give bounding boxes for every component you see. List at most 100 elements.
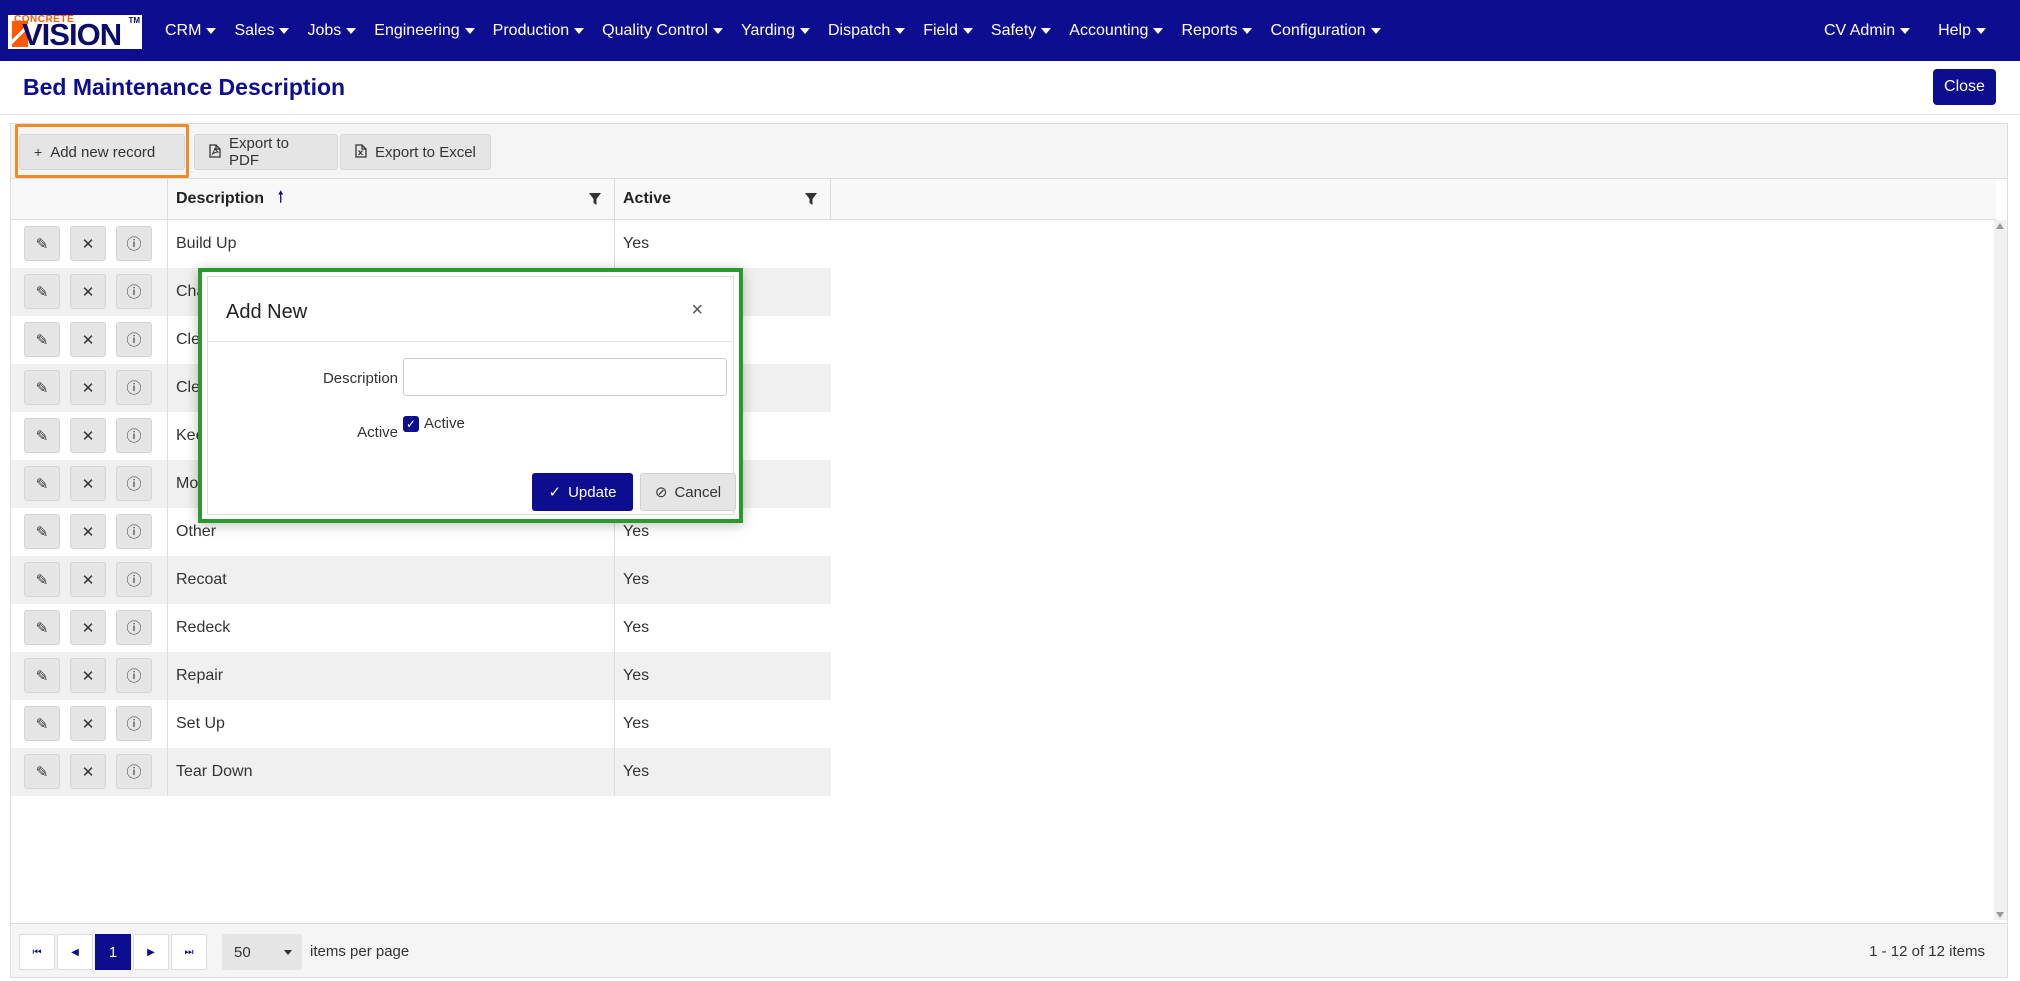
edit-pencil-icon[interactable]: ✎ bbox=[24, 418, 60, 453]
menu-safety[interactable]: Safety bbox=[982, 22, 1060, 40]
cancel-button[interactable]: ⊘ Cancel bbox=[640, 473, 736, 511]
edit-pencil-icon[interactable]: ✎ bbox=[24, 610, 60, 645]
delete-x-icon[interactable]: ✕ bbox=[70, 322, 106, 357]
edit-pencil-icon[interactable]: ✎ bbox=[24, 658, 60, 693]
close-button[interactable]: Close bbox=[1933, 69, 1996, 105]
vertical-scrollbar[interactable] bbox=[1994, 220, 2007, 920]
delete-x-icon[interactable]: ✕ bbox=[70, 370, 106, 405]
info-icon[interactable]: ⓘ bbox=[116, 754, 152, 789]
description-input[interactable] bbox=[403, 358, 727, 396]
caret-down-icon bbox=[1153, 27, 1164, 34]
info-icon[interactable]: ⓘ bbox=[116, 274, 152, 309]
page-size-dropdown[interactable]: 50 bbox=[222, 934, 302, 970]
menu-help[interactable]: Help bbox=[1924, 22, 2000, 40]
delete-x-icon[interactable]: ✕ bbox=[70, 658, 106, 693]
caret-down-icon bbox=[279, 27, 290, 34]
export-excel-button[interactable]: Export to Excel bbox=[340, 134, 491, 170]
menu-dispatch[interactable]: Dispatch bbox=[819, 22, 914, 40]
info-icon[interactable]: ⓘ bbox=[116, 418, 152, 453]
scroll-up-arrow-icon[interactable] bbox=[1996, 223, 2004, 229]
edit-pencil-icon[interactable]: ✎ bbox=[24, 562, 60, 597]
edit-pencil-icon[interactable]: ✎ bbox=[24, 322, 60, 357]
edit-pencil-icon[interactable]: ✎ bbox=[24, 754, 60, 789]
cell-description: Set Up bbox=[167, 700, 614, 748]
info-icon[interactable]: ⓘ bbox=[116, 706, 152, 741]
info-icon[interactable]: ⓘ bbox=[116, 370, 152, 405]
menu-crm[interactable]: CRM bbox=[156, 22, 225, 40]
export-pdf-button[interactable]: Export to PDF bbox=[194, 134, 338, 170]
help-label: Help bbox=[1938, 21, 1971, 39]
next-page-icon[interactable]: ▶ bbox=[133, 934, 169, 970]
info-icon[interactable]: ⓘ bbox=[116, 514, 152, 549]
delete-x-icon[interactable]: ✕ bbox=[70, 466, 106, 501]
main-menu: CRM Sales Jobs Engineering Production Qu… bbox=[156, 0, 1390, 61]
filter-icon[interactable] bbox=[588, 192, 602, 206]
scroll-down-arrow-icon[interactable] bbox=[1996, 912, 2004, 918]
info-icon[interactable]: ⓘ bbox=[116, 562, 152, 597]
first-page-icon[interactable]: ⏮ bbox=[19, 934, 55, 970]
info-icon[interactable]: ⓘ bbox=[116, 226, 152, 261]
delete-x-icon[interactable]: ✕ bbox=[70, 274, 106, 309]
menu-label: Configuration bbox=[1270, 21, 1366, 39]
menu-production[interactable]: Production bbox=[484, 22, 594, 40]
edit-pencil-icon[interactable]: ✎ bbox=[24, 514, 60, 549]
last-page-icon[interactable]: ⏭ bbox=[171, 934, 207, 970]
caret-down-icon bbox=[206, 27, 217, 34]
cell-description: Redeck bbox=[167, 604, 614, 652]
menu-reports[interactable]: Reports bbox=[1172, 22, 1261, 40]
menu-user[interactable]: CV Admin bbox=[1810, 22, 1924, 40]
edit-pencil-icon[interactable]: ✎ bbox=[24, 370, 60, 405]
active-checkbox-label[interactable]: Active bbox=[424, 415, 465, 432]
menu-label: Field bbox=[923, 21, 958, 39]
column-header-description[interactable]: Description 🠑 bbox=[167, 179, 614, 219]
add-new-record-button[interactable]: + Add new record bbox=[19, 134, 185, 170]
grid-header: Description 🠑 Active bbox=[11, 179, 1996, 220]
menu-quality-control[interactable]: Quality Control bbox=[593, 22, 732, 40]
previous-page-icon[interactable]: ◀ bbox=[57, 934, 93, 970]
menu-accounting[interactable]: Accounting bbox=[1060, 22, 1172, 40]
page-number-button[interactable]: 1 bbox=[95, 934, 131, 970]
update-button[interactable]: ✓ Update bbox=[532, 473, 633, 511]
menu-label: Production bbox=[492, 21, 570, 39]
sort-ascending-icon: 🠑 bbox=[278, 188, 284, 206]
menu-jobs[interactable]: Jobs bbox=[298, 22, 365, 40]
delete-x-icon[interactable]: ✕ bbox=[70, 754, 106, 789]
edit-pencil-icon[interactable]: ✎ bbox=[24, 274, 60, 309]
edit-pencil-icon[interactable]: ✎ bbox=[24, 706, 60, 741]
cancel-circle-icon: ⊘ bbox=[654, 484, 668, 501]
caret-down-icon bbox=[464, 27, 475, 34]
info-icon[interactable]: ⓘ bbox=[116, 466, 152, 501]
concrete-vision-logo[interactable]: CONCRETE VISION TM bbox=[8, 14, 142, 52]
menu-label: Quality Control bbox=[602, 21, 708, 39]
caret-down-icon bbox=[713, 27, 723, 34]
items-per-page-label: items per page bbox=[310, 943, 410, 960]
grid-pager: ⏮ ◀ 1 ▶ ⏭ 50 items per page 1 - 12 of 12… bbox=[11, 923, 2007, 977]
info-icon[interactable]: ⓘ bbox=[116, 610, 152, 645]
logo-tm: TM bbox=[128, 16, 140, 25]
delete-x-icon[interactable]: ✕ bbox=[70, 706, 106, 741]
menu-sales[interactable]: Sales bbox=[225, 22, 298, 40]
active-checkbox[interactable]: ✓ bbox=[403, 416, 419, 432]
edit-pencil-icon[interactable]: ✎ bbox=[24, 226, 60, 261]
caret-down-icon bbox=[962, 27, 973, 34]
menu-configuration[interactable]: Configuration bbox=[1261, 22, 1389, 40]
caret-down-icon bbox=[895, 27, 906, 34]
table-row: ✎ ✕ ⓘ Repair Yes bbox=[11, 652, 831, 700]
delete-x-icon[interactable]: ✕ bbox=[70, 562, 106, 597]
cell-description: Build Up bbox=[167, 220, 614, 268]
info-icon[interactable]: ⓘ bbox=[116, 322, 152, 357]
delete-x-icon[interactable]: ✕ bbox=[70, 418, 106, 453]
menu-engineering[interactable]: Engineering bbox=[365, 22, 483, 40]
delete-x-icon[interactable]: ✕ bbox=[70, 514, 106, 549]
column-header-active[interactable]: Active bbox=[614, 179, 831, 219]
caret-down-icon bbox=[574, 27, 585, 34]
info-icon[interactable]: ⓘ bbox=[116, 658, 152, 693]
edit-pencil-icon[interactable]: ✎ bbox=[24, 466, 60, 501]
filter-icon[interactable] bbox=[804, 192, 818, 206]
delete-x-icon[interactable]: ✕ bbox=[70, 226, 106, 261]
title-bar: Bed Maintenance Description Close bbox=[0, 61, 2020, 115]
menu-field[interactable]: Field bbox=[914, 22, 982, 40]
close-icon[interactable]: × bbox=[691, 299, 703, 322]
menu-yarding[interactable]: Yarding bbox=[732, 22, 819, 40]
delete-x-icon[interactable]: ✕ bbox=[70, 610, 106, 645]
